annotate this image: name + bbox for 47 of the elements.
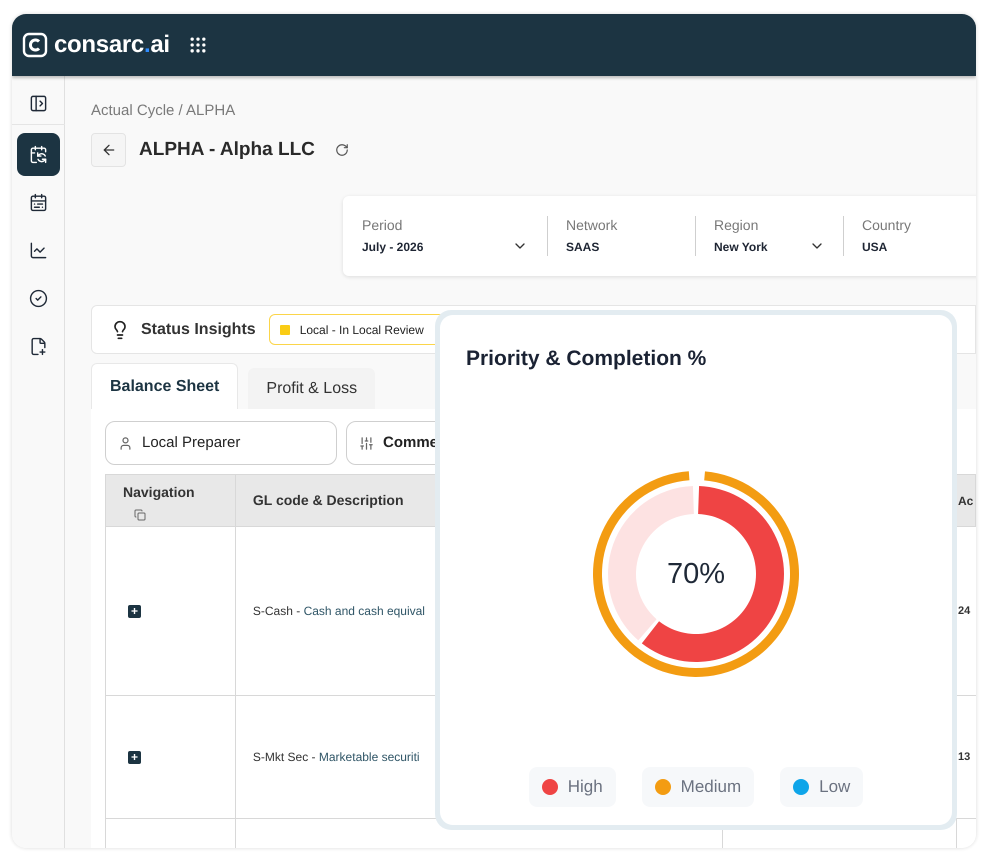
sidebar-item[interactable] bbox=[16, 133, 60, 176]
popup-title: Priority & Completion % bbox=[466, 346, 706, 372]
panel-toggle-icon bbox=[28, 94, 48, 112]
legend-item[interactable]: Low bbox=[780, 766, 864, 806]
check-circle-icon bbox=[28, 289, 48, 308]
gl-code-description: S-Cash - Cash and cash equival bbox=[252, 603, 425, 620]
document-icon bbox=[28, 337, 48, 356]
apps-grid-icon[interactable] bbox=[188, 35, 208, 55]
column-header: GL code & Description bbox=[252, 491, 404, 510]
calendar-icon bbox=[28, 193, 48, 212]
filter-value[interactable]: New York bbox=[714, 238, 809, 256]
filter-value: USA bbox=[862, 239, 888, 256]
filter-label: Country bbox=[862, 216, 912, 234]
chart-icon bbox=[28, 241, 48, 260]
sliders-icon bbox=[359, 436, 374, 450]
gl-code-description: S-Mkt Sec - Marketable securiti bbox=[252, 749, 420, 766]
legend-label: Low bbox=[819, 776, 850, 798]
completion-percent: 70% bbox=[666, 558, 726, 590]
column-header: Ac bbox=[958, 492, 974, 510]
page-title: ALPHA - Alpha LLC bbox=[139, 138, 315, 162]
table-cell-text: 13 bbox=[958, 750, 970, 765]
table-cell-text: 24 bbox=[958, 604, 970, 619]
filter-label: Network bbox=[566, 216, 618, 234]
filter-label: Region bbox=[714, 216, 760, 234]
brand-name: consarc.ai bbox=[54, 30, 170, 60]
legend-item[interactable]: High bbox=[528, 766, 616, 806]
back-button[interactable] bbox=[91, 133, 126, 167]
person-icon bbox=[118, 436, 133, 450]
expand-button[interactable]: + bbox=[128, 750, 141, 764]
legend-label: Medium bbox=[680, 776, 742, 798]
preparer-field[interactable]: Local Preparer bbox=[105, 421, 337, 465]
legend-label: High bbox=[568, 776, 603, 798]
legend-item[interactable]: Medium bbox=[642, 766, 754, 806]
filter-label: Period bbox=[362, 216, 404, 234]
refresh-icon[interactable] bbox=[334, 143, 349, 157]
expand-button[interactable]: + bbox=[128, 604, 141, 618]
logo-icon bbox=[22, 32, 48, 58]
column-header: Navigation bbox=[123, 484, 195, 500]
status-insights-label: Status Insights bbox=[141, 320, 256, 340]
tab[interactable]: Balance Sheet bbox=[91, 363, 238, 409]
copy-icon[interactable] bbox=[134, 509, 146, 521]
filter-value: SAAS bbox=[566, 239, 600, 256]
filter-value[interactable]: July - 2026 bbox=[362, 238, 512, 256]
back-arrow-icon bbox=[100, 142, 116, 158]
breadcrumb: Actual Cycle / ALPHA bbox=[91, 101, 236, 121]
calendar-icon bbox=[28, 145, 48, 164]
tab[interactable]: Profit & Loss bbox=[248, 368, 376, 409]
